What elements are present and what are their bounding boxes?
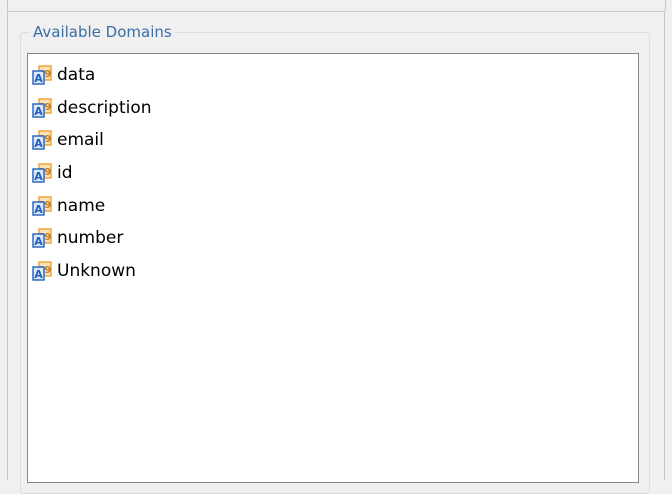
window-left-border	[7, 10, 8, 480]
svg-text:A: A	[34, 105, 43, 118]
list-item-label: description	[57, 97, 152, 118]
list-item-label: id	[57, 163, 73, 184]
list-item[interactable]: ?9 A id	[32, 157, 638, 190]
list-item[interactable]: ?9 A email	[32, 124, 638, 157]
groupbox-title: Available Domains	[30, 22, 175, 42]
list-item[interactable]: ?9 A Unknown	[32, 255, 638, 288]
svg-text:A: A	[34, 268, 43, 281]
svg-text:A: A	[34, 235, 43, 248]
available-domains-list[interactable]: ?9 A data ?9 A description ?9 A email ?9 A i…	[27, 53, 639, 483]
domain-type-icon: ?9 A	[32, 228, 52, 248]
list-item-label: number	[57, 228, 124, 249]
list-item-label: name	[57, 195, 106, 216]
domain-type-icon: ?9 A	[32, 130, 52, 150]
svg-text:A: A	[34, 72, 43, 85]
domain-items: ?9 A data ?9 A description ?9 A email ?9 A i…	[28, 54, 638, 287]
domain-type-icon: ?9 A	[32, 163, 52, 183]
svg-text:A: A	[34, 170, 43, 183]
list-item[interactable]: ?9 A data	[32, 59, 638, 92]
list-item-label: email	[57, 130, 104, 151]
window-right-border	[664, 10, 665, 480]
domain-type-icon: ?9 A	[32, 261, 52, 281]
list-item[interactable]: ?9 A number	[32, 222, 638, 255]
list-item[interactable]: ?9 A description	[32, 92, 638, 125]
domain-type-icon: ?9 A	[32, 195, 52, 216]
upper-panel-edge	[7, 0, 666, 12]
svg-text:A: A	[34, 137, 43, 150]
list-item[interactable]: ?9 A name	[32, 189, 638, 222]
domain-type-icon: ?9 A	[32, 65, 52, 85]
list-item-label: Unknown	[57, 260, 136, 281]
domain-type-icon: ?9 A	[32, 98, 52, 118]
list-item-label: data	[57, 65, 96, 86]
svg-text:A: A	[34, 203, 43, 216]
